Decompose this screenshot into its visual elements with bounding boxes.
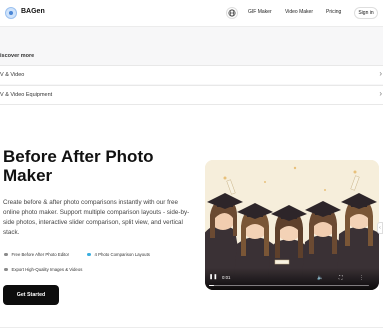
feature-item: 4 Photo Comparison Layouts xyxy=(87,252,150,257)
brand-name[interactable]: BAGen xyxy=(21,8,45,15)
chevron-right-icon: › xyxy=(379,89,382,98)
feature-label: Free Before After Photo Editor xyxy=(11,252,70,257)
nav-video-maker[interactable]: Video Maker xyxy=(285,9,313,15)
feature-label: Export High-Quality Images & Videos xyxy=(11,267,83,272)
chevron-left-icon[interactable]: ‹ xyxy=(377,222,383,234)
top-header: BAGen GIF Maker Video Maker Pricing Sign… xyxy=(0,0,383,27)
discover-title: iscover more xyxy=(0,53,35,59)
volume-icon[interactable]: 🔈 xyxy=(317,275,323,281)
feature-label: 4 Photo Comparison Layouts xyxy=(94,252,150,257)
logo-icon[interactable] xyxy=(5,7,17,19)
more-options-icon[interactable]: ⋮ xyxy=(359,275,364,281)
sign-in-button[interactable]: Sign in xyxy=(354,7,378,19)
nav-pricing[interactable]: Pricing xyxy=(326,9,341,15)
video-time: 0:01 xyxy=(222,275,231,280)
discover-item-tv-video[interactable]: V & Video › xyxy=(0,65,383,84)
video-progress-fill xyxy=(209,284,214,286)
discover-item-label: V & Video Equipment xyxy=(0,92,53,98)
bullet-dot-icon xyxy=(4,252,8,257)
discover-item-label: V & Video xyxy=(0,72,25,78)
bullet-dot-icon xyxy=(87,252,91,257)
feature-item: Export High-Quality Images & Videos xyxy=(4,267,82,272)
language-globe-icon[interactable] xyxy=(226,7,238,19)
fullscreen-icon[interactable]: ⛶ xyxy=(339,275,343,281)
hero-description: Create before & after photo comparisons … xyxy=(3,199,190,236)
nav-gif-maker[interactable]: GIF Maker xyxy=(248,9,272,15)
pause-icon[interactable]: ❚❚ xyxy=(209,274,217,280)
get-started-button[interactable]: Get Started xyxy=(3,285,59,305)
chevron-right-icon: › xyxy=(379,69,382,78)
page-title: Before After Photo Maker xyxy=(3,147,154,185)
video-controls-bar xyxy=(205,268,379,290)
feature-item: Free Before After Photo Editor xyxy=(4,252,69,257)
video-progress-bar[interactable] xyxy=(209,284,369,286)
bullet-dot-icon xyxy=(4,267,8,272)
demo-video-player[interactable]: ❚❚ 0:01 🔈 ⛶ ⋮ xyxy=(205,160,379,290)
discover-item-tv-video-equipment[interactable]: V & Video Equipment › xyxy=(0,85,383,104)
